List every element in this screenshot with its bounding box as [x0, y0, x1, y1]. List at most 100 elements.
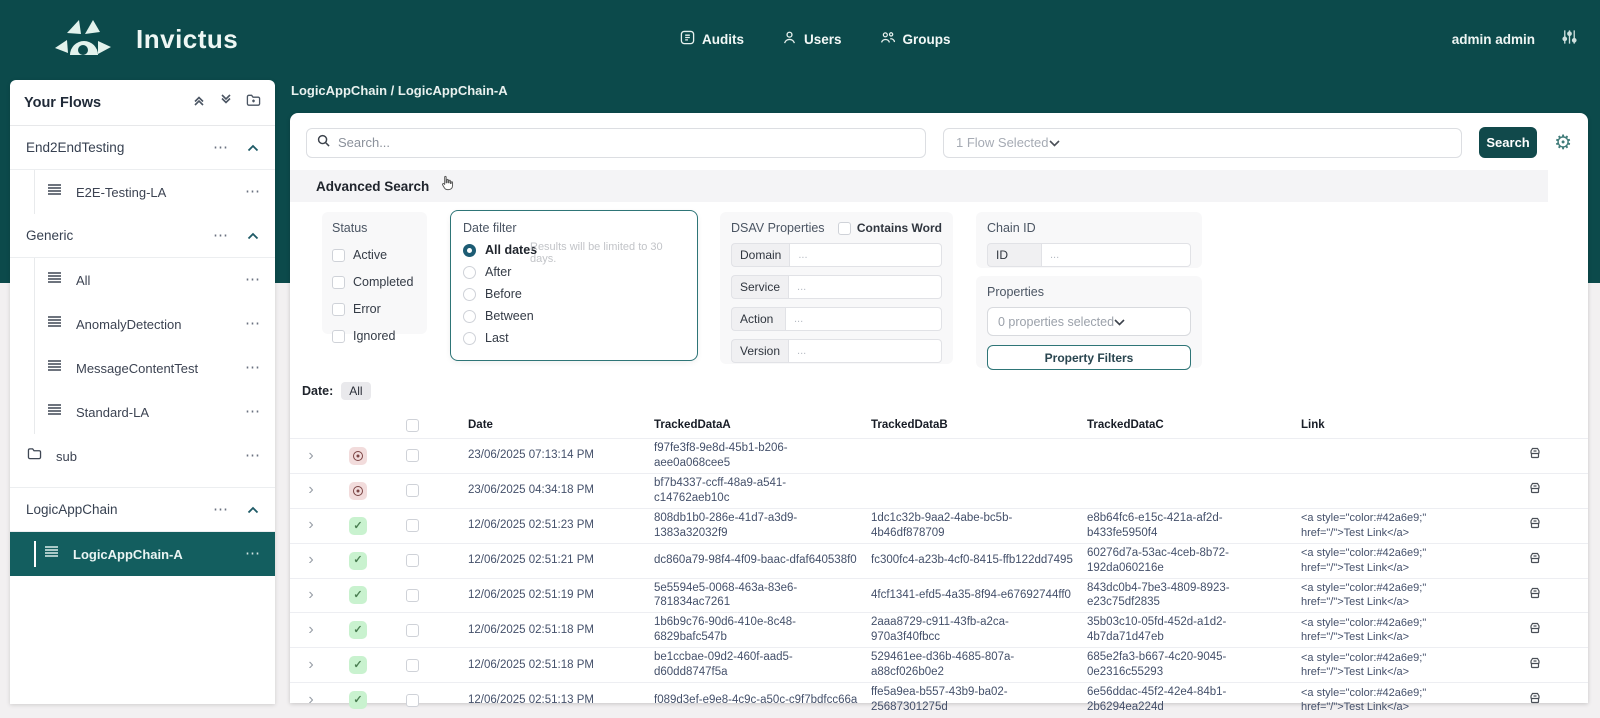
- more-options-icon[interactable]: ⋯: [213, 143, 229, 153]
- sliders-icon[interactable]: [1561, 28, 1578, 51]
- sidebar-item-logicappchain-a[interactable]: LogicAppChain-A ⋯: [10, 532, 275, 576]
- more-options-icon[interactable]: ⋯: [213, 505, 229, 515]
- chevron-up-icon[interactable]: [247, 139, 259, 157]
- domain-input[interactable]: [789, 243, 942, 267]
- expand-chevron-icon[interactable]: ›: [308, 586, 313, 603]
- expand-chevron-icon[interactable]: ›: [308, 691, 313, 708]
- row-checkbox[interactable]: [406, 449, 419, 462]
- expand-chevron-icon[interactable]: ›: [308, 656, 313, 673]
- more-options-icon[interactable]: ⋯: [245, 407, 261, 417]
- service-input[interactable]: [788, 275, 942, 299]
- status-option-active[interactable]: Active: [332, 248, 417, 262]
- action-input[interactable]: [785, 307, 942, 331]
- archive-icon[interactable]: [1528, 691, 1542, 710]
- radio[interactable]: [463, 266, 476, 279]
- more-options-icon[interactable]: ⋯: [245, 451, 261, 461]
- table-row[interactable]: › 23/06/2025 04:34:18 PM bf7b4337-ccff-4…: [290, 473, 1588, 508]
- row-checkbox[interactable]: [406, 589, 419, 602]
- sidebar-item-all[interactable]: All ⋯: [35, 258, 275, 302]
- chevron-up-icon[interactable]: [247, 501, 259, 519]
- status-option-completed[interactable]: Completed: [332, 275, 417, 289]
- date-option-before[interactable]: Before: [463, 287, 685, 301]
- sidebar-item-e2e-testing-la[interactable]: E2E-Testing-LA ⋯: [35, 170, 275, 214]
- add-folder-icon[interactable]: [246, 93, 261, 112]
- date-option-last[interactable]: Last: [463, 331, 685, 345]
- table-row[interactable]: › 23/06/2025 07:13:14 PM f97fe3f8-9e8d-4…: [290, 438, 1588, 473]
- radio[interactable]: [463, 288, 476, 301]
- nav-item-audits[interactable]: Audits: [680, 30, 744, 48]
- checkbox[interactable]: [332, 330, 345, 343]
- status-option-error[interactable]: Error: [332, 302, 417, 316]
- archive-icon[interactable]: [1528, 481, 1542, 500]
- collapse-all-icon[interactable]: [192, 93, 206, 112]
- more-options-icon[interactable]: ⋯: [245, 549, 261, 559]
- sidebar-item-messagecontenttest[interactable]: MessageContentTest ⋯: [35, 346, 275, 390]
- radio[interactable]: [463, 310, 476, 323]
- sidebar-item-standard-la[interactable]: Standard-LA ⋯: [35, 390, 275, 434]
- search-button[interactable]: Search: [1479, 127, 1537, 158]
- archive-icon[interactable]: [1528, 586, 1542, 605]
- gear-icon[interactable]: ⚙: [1554, 133, 1572, 153]
- expand-all-icon[interactable]: [219, 93, 233, 112]
- checkbox[interactable]: [332, 276, 345, 289]
- checkbox[interactable]: [838, 222, 851, 235]
- version-input[interactable]: [788, 339, 942, 363]
- sidebar-group-logicappchain[interactable]: LogicAppChain ⋯: [10, 488, 275, 532]
- contains-word-option[interactable]: Contains Word: [838, 221, 942, 235]
- expand-chevron-icon[interactable]: ›: [308, 621, 313, 638]
- archive-icon[interactable]: [1528, 621, 1542, 640]
- table-row[interactable]: › ✓ 12/06/2025 02:51:18 PM be1ccbae-09d2…: [290, 647, 1588, 682]
- row-checkbox[interactable]: [406, 519, 419, 532]
- more-options-icon[interactable]: ⋯: [245, 319, 261, 329]
- checkbox[interactable]: [332, 303, 345, 316]
- radio[interactable]: [463, 332, 476, 345]
- archive-icon[interactable]: [1528, 551, 1542, 570]
- select-all-checkbox[interactable]: [406, 419, 419, 432]
- nav-item-users[interactable]: Users: [782, 30, 842, 48]
- property-filters-button[interactable]: Property Filters: [987, 345, 1191, 370]
- nav-item-groups[interactable]: Groups: [880, 30, 951, 48]
- row-checkbox[interactable]: [406, 554, 419, 567]
- sidebar-group-end2endtesting[interactable]: End2EndTesting ⋯: [10, 126, 275, 170]
- row-trackeddataa: f97fe3f8-9e8d-45b1-b206-aee0a068cee5: [654, 441, 871, 471]
- date-option-between[interactable]: Between: [463, 309, 685, 323]
- row-checkbox[interactable]: [406, 484, 419, 497]
- expand-chevron-icon[interactable]: ›: [308, 481, 313, 498]
- sidebar-group-generic[interactable]: Generic ⋯: [10, 214, 275, 258]
- table-row[interactable]: › ✓ 12/06/2025 02:51:13 PM f089d3ef-e9e8…: [290, 682, 1588, 717]
- search-input[interactable]: [338, 135, 915, 150]
- expand-chevron-icon[interactable]: ›: [308, 516, 313, 533]
- archive-icon[interactable]: [1528, 516, 1542, 535]
- radio-selected[interactable]: [463, 244, 476, 257]
- nav-right: admin admin: [1452, 0, 1578, 78]
- version-field-group: Version: [731, 339, 942, 363]
- date-option-after[interactable]: After: [463, 265, 685, 279]
- table-row[interactable]: › ✓ 12/06/2025 02:51:19 PM 5e5594e5-0068…: [290, 578, 1588, 613]
- flow-select-dropdown[interactable]: 1 Flow Selected: [943, 128, 1462, 158]
- more-options-icon[interactable]: ⋯: [245, 363, 261, 373]
- more-options-icon[interactable]: ⋯: [213, 231, 229, 241]
- table-row[interactable]: › ✓ 12/06/2025 02:51:23 PM 808db1b0-286e…: [290, 508, 1588, 543]
- more-options-icon[interactable]: ⋯: [245, 187, 261, 197]
- checkbox[interactable]: [332, 249, 345, 262]
- expand-chevron-icon[interactable]: ›: [308, 551, 313, 568]
- archive-icon[interactable]: [1528, 656, 1542, 675]
- properties-dropdown[interactable]: 0 properties selected: [987, 307, 1191, 336]
- chevron-up-icon[interactable]: [247, 227, 259, 245]
- table-row[interactable]: › ✓ 12/06/2025 02:51:18 PM 1b6b9c76-90d6…: [290, 612, 1588, 647]
- row-checkbox[interactable]: [406, 624, 419, 637]
- row-checkbox[interactable]: [406, 659, 419, 672]
- archive-icon[interactable]: [1528, 446, 1542, 465]
- brand-name: Invictus: [136, 24, 238, 55]
- expand-chevron-icon[interactable]: ›: [308, 447, 313, 464]
- status-option-ignored[interactable]: Ignored: [332, 329, 417, 343]
- sidebar-folder-sub[interactable]: sub ⋯: [10, 434, 275, 478]
- more-options-icon[interactable]: ⋯: [245, 275, 261, 285]
- date-filter-chip[interactable]: All: [341, 382, 370, 400]
- chain-id-input[interactable]: [1041, 243, 1191, 267]
- group-label: LogicAppChain: [26, 502, 118, 517]
- table-row[interactable]: › ✓ 12/06/2025 02:51:21 PM dc860a79-98f4…: [290, 543, 1588, 578]
- sidebar-item-anomalydetection[interactable]: AnomalyDetection ⋯: [35, 302, 275, 346]
- row-checkbox[interactable]: [406, 694, 419, 707]
- advanced-search-header[interactable]: Advanced Search: [290, 170, 1548, 202]
